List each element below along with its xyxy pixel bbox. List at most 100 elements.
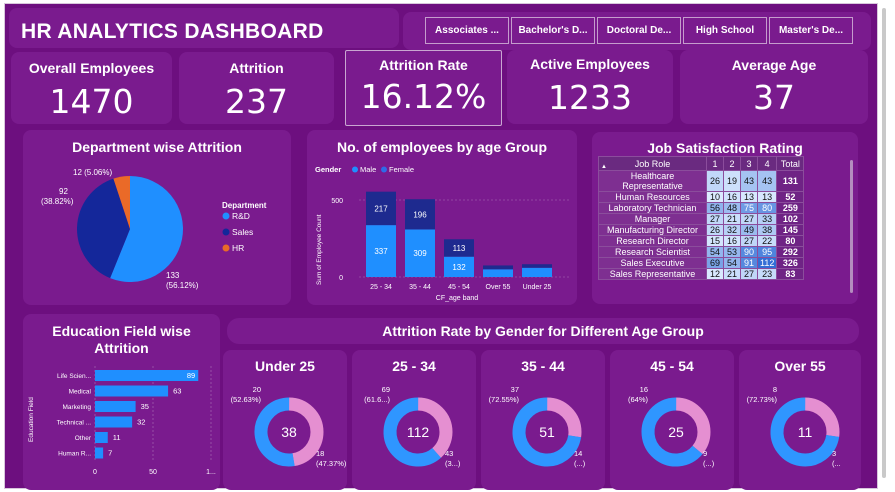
donut-center-total: 11 bbox=[798, 424, 813, 440]
y-tick-label: 0 bbox=[339, 275, 343, 282]
kpi-value: 16.12% bbox=[360, 77, 487, 116]
data-label: 113 bbox=[453, 244, 466, 253]
bar-male[interactable] bbox=[483, 269, 513, 277]
data-label: 89 bbox=[187, 371, 195, 380]
bar[interactable] bbox=[95, 385, 169, 397]
data-label: 63 bbox=[173, 387, 181, 396]
table-title: Job Satisfaction Rating bbox=[647, 140, 803, 156]
table-row[interactable]: Research Scientist 54 53 90 95 292 bbox=[598, 246, 805, 258]
bar-female[interactable] bbox=[483, 265, 513, 270]
kpi-value: 1233 bbox=[548, 78, 632, 117]
column-header-rating-1[interactable]: 1 bbox=[706, 156, 724, 171]
donut-label-female-count: 43 bbox=[445, 449, 453, 458]
total-cell: 131 bbox=[776, 170, 805, 192]
rating-cell: 22 bbox=[756, 235, 778, 247]
column-header-total[interactable]: Total bbox=[776, 156, 805, 171]
table-row[interactable]: Manager 27 21 27 33 102 bbox=[598, 213, 805, 225]
x-tick-label: 25 - 34 bbox=[370, 284, 392, 291]
rating-cell: 91 bbox=[740, 257, 758, 269]
donut-label-male-count: 20 bbox=[253, 385, 261, 394]
donut-label-female-pct: (47.37%) bbox=[316, 459, 347, 468]
bar[interactable] bbox=[95, 416, 133, 428]
donut-label-male-count: 8 bbox=[773, 385, 777, 394]
job-role-cell: Sales Representative bbox=[598, 268, 707, 280]
legend-item-label: R&D bbox=[232, 211, 250, 221]
total-cell: 259 bbox=[776, 202, 805, 214]
donut-panel-over-55: Over 55 11 8 (72.73%) 3 (... bbox=[739, 350, 861, 490]
y-tick-label: Other bbox=[75, 435, 92, 442]
table-row[interactable]: Laboratory Technician 56 48 75 80 259 bbox=[598, 202, 805, 214]
bar[interactable] bbox=[95, 401, 136, 412]
sort-ascending-icon: ▲ bbox=[601, 164, 607, 170]
column-header-rating-3[interactable]: 3 bbox=[740, 156, 758, 171]
y-tick-label: Marketing bbox=[62, 404, 91, 411]
bar-female[interactable] bbox=[522, 264, 552, 268]
column-header-job-role[interactable]: Job Role ▲ bbox=[598, 156, 707, 171]
legend-item-label: HR bbox=[232, 243, 244, 253]
page-scrollbar[interactable] bbox=[880, 8, 888, 486]
table-row[interactable]: Human Resources 10 16 13 13 52 bbox=[598, 191, 805, 203]
table-row[interactable]: Research Director 15 16 27 22 80 bbox=[598, 235, 805, 247]
rating-cell: 53 bbox=[723, 246, 741, 258]
table-row[interactable]: Healthcare Representative 26 19 43 43 131 bbox=[598, 170, 805, 192]
column-header-rating-2[interactable]: 2 bbox=[723, 156, 741, 171]
gender-donut-chart: 11 8(72.73%) 3(... bbox=[747, 385, 841, 468]
table-row[interactable]: Sales Representative 12 21 27 23 83 bbox=[598, 268, 805, 280]
donut-label-female-pct: (...) bbox=[703, 459, 715, 468]
table-scrollbar[interactable] bbox=[850, 160, 853, 293]
donut-label-female-pct: (... bbox=[832, 459, 841, 468]
slicer-option-bachelors[interactable]: Bachelor's D... bbox=[511, 17, 595, 44]
data-label: 35 bbox=[141, 402, 149, 411]
data-label: 309 bbox=[413, 249, 427, 258]
donut-label-male-pct: (64%) bbox=[628, 395, 649, 404]
column-header-rating-4[interactable]: 4 bbox=[756, 156, 778, 171]
rating-cell: 48 bbox=[723, 202, 741, 214]
y-tick-label: 500 bbox=[331, 198, 343, 205]
y-axis-label: Sum of Employee Count bbox=[316, 214, 323, 285]
education-bar-chart: Education Field 0 50 1... Life Scien... 89 M… bbox=[28, 366, 216, 476]
table-row[interactable]: Sales Executive 69 54 91 112 326 bbox=[598, 257, 805, 269]
rating-cell: 69 bbox=[706, 257, 724, 269]
legend-title: Gender bbox=[315, 165, 341, 174]
rating-cell: 15 bbox=[706, 235, 724, 247]
slicer-option-doctoral[interactable]: Doctoral De... bbox=[597, 17, 681, 44]
y-axis-label: Education Field bbox=[28, 397, 35, 442]
gender-donut-chart: 51 37(72.55%) 14(...) bbox=[489, 385, 586, 468]
slicer-option-high-school[interactable]: High School bbox=[683, 17, 767, 44]
age-group-panel: No. of employees by age Group Gender Mal… bbox=[307, 130, 577, 305]
data-label: 217 bbox=[374, 204, 388, 213]
job-role-cell: Healthcare Representative bbox=[598, 170, 707, 192]
bar[interactable] bbox=[95, 370, 199, 381]
donut-label-female-count: 9 bbox=[703, 449, 707, 458]
department-pie-chart: 133 (56.12%) 92 (38.82%) 12 (5.06%) Depa… bbox=[41, 168, 267, 290]
bar[interactable] bbox=[95, 447, 104, 459]
scrollbar-thumb[interactable] bbox=[882, 8, 886, 478]
job-role-cell: Research Scientist bbox=[598, 246, 707, 258]
slice-label-sales-count: 92 bbox=[59, 187, 68, 196]
donut-panel-45-54: 45 - 54 25 16 (64%) 9 (...) bbox=[610, 350, 734, 490]
kpi-label: Attrition bbox=[229, 60, 284, 76]
page-title: HR ANALYTICS DASHBOARD bbox=[21, 20, 324, 43]
table-row[interactable]: Manufacturing Director 26 32 49 38 145 bbox=[598, 224, 805, 236]
donut-center-total: 112 bbox=[407, 424, 430, 440]
rating-cell: 26 bbox=[706, 224, 724, 236]
rating-cell: 75 bbox=[740, 202, 758, 214]
kpi-card-overall-employees: Overall Employees 1470 bbox=[11, 52, 172, 124]
y-tick-label: Life Scien... bbox=[57, 373, 91, 380]
kpi-label: Average Age bbox=[731, 57, 817, 73]
rating-cell: 54 bbox=[723, 257, 741, 269]
bar[interactable] bbox=[95, 432, 108, 443]
rating-cell: 13 bbox=[756, 191, 778, 203]
slicer-option-associates[interactable]: Associates ... bbox=[425, 17, 509, 44]
rating-cell: 27 bbox=[740, 235, 758, 247]
y-tick-label: Technical ... bbox=[57, 420, 92, 427]
gender-donut-chart: 112 69(61.6...) 43(3...) bbox=[364, 385, 461, 468]
job-role-cell: Sales Executive bbox=[598, 257, 707, 269]
job-role-cell: Manufacturing Director bbox=[598, 224, 707, 236]
rating-cell: 27 bbox=[740, 268, 758, 280]
x-tick-label: 1... bbox=[206, 469, 216, 476]
kpi-label: Attrition Rate bbox=[379, 57, 468, 73]
bar-male[interactable] bbox=[522, 267, 552, 277]
slicer-option-masters[interactable]: Master's De... bbox=[769, 17, 853, 44]
table-header-row: Job Role ▲ 1 2 3 4 Total bbox=[598, 156, 805, 171]
